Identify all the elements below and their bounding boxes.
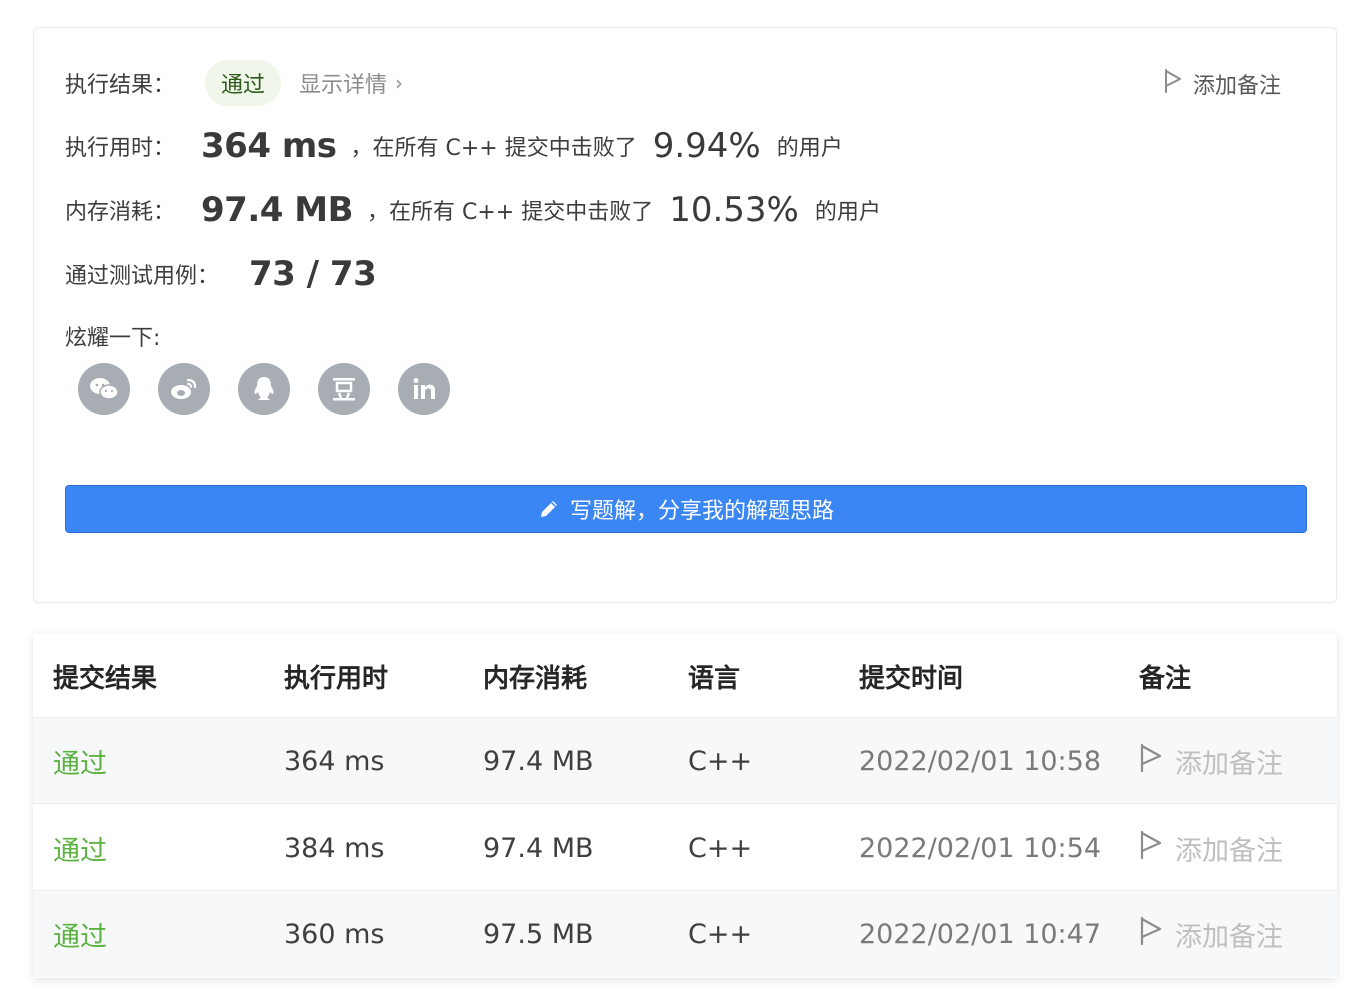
header-memory: 内存消耗 <box>483 663 588 694</box>
runtime-value: 364 ms <box>201 126 337 166</box>
memory-label: 内存消耗： <box>65 200 176 225</box>
row-status-link[interactable]: 通过 <box>53 718 107 804</box>
weibo-icon[interactable] <box>158 363 210 415</box>
testcases-value: 73 / 73 <box>249 254 377 294</box>
header-runtime: 执行用时 <box>284 663 389 694</box>
row-add-note-label: 添加备注 <box>1175 748 1283 780</box>
table-row: 通过 360 ms 97.5 MB C++ 2022/02/01 10:47 添… <box>33 891 1337 977</box>
write-solution-label: 写题解，分享我的解题思路 <box>569 499 834 524</box>
share-label: 炫耀一下: <box>65 326 161 351</box>
flag-icon <box>1139 743 1163 780</box>
row-status-link[interactable]: 通过 <box>53 891 107 977</box>
linkedin-icon[interactable] <box>398 363 450 415</box>
row-submit-time: 2022/02/01 10:58 <box>859 745 1102 777</box>
result-label: 执行结果： <box>65 73 176 98</box>
memory-row: 内存消耗： 97.4 MB ，在所有 C++ 提交中击败了 10.53% 的用户 <box>65 190 881 230</box>
add-note-button[interactable]: 添加备注 <box>1163 68 1281 100</box>
table-header: 提交结果 执行用时 内存消耗 语言 提交时间 备注 <box>33 634 1337 718</box>
show-details-label: 显示详情 <box>299 73 388 98</box>
row-language: C++ <box>688 832 753 864</box>
add-note-label: 添加备注 <box>1192 74 1281 99</box>
row-add-note-button[interactable]: 添加备注 <box>1139 718 1283 804</box>
table-row: 通过 384 ms 97.4 MB C++ 2022/02/01 10:54 添… <box>33 805 1337 891</box>
flag-icon <box>1139 830 1163 867</box>
row-language: C++ <box>688 918 753 950</box>
share-icons <box>78 363 478 415</box>
header-language: 语言 <box>688 663 741 694</box>
row-runtime: 360 ms <box>284 918 385 950</box>
memory-value: 97.4 MB <box>201 190 353 230</box>
write-solution-button[interactable]: 写题解，分享我的解题思路 <box>65 485 1307 533</box>
row-memory: 97.4 MB <box>483 832 594 864</box>
runtime-suffix: 的用户 <box>776 136 843 161</box>
divider <box>33 803 1337 804</box>
row-add-note-button[interactable]: 添加备注 <box>1139 891 1283 977</box>
row-memory: 97.5 MB <box>483 918 594 950</box>
qq-icon[interactable] <box>238 363 290 415</box>
pencil-icon <box>538 498 560 520</box>
row-submit-time: 2022/02/01 10:54 <box>859 832 1102 864</box>
result-row: 执行结果： 通过 显示详情 › <box>65 60 403 106</box>
memory-suffix: 的用户 <box>814 200 881 225</box>
douban-icon[interactable] <box>318 363 370 415</box>
header-submit-time: 提交时间 <box>859 663 964 694</box>
submissions-table: 提交结果 执行用时 内存消耗 语言 提交时间 备注 通过 364 ms 97.4… <box>33 634 1337 978</box>
row-language: C++ <box>688 745 753 777</box>
row-status-link[interactable]: 通过 <box>53 805 107 891</box>
flag-icon <box>1139 916 1163 953</box>
wechat-icon[interactable] <box>78 363 130 415</box>
row-runtime: 364 ms <box>284 745 385 777</box>
status-badge: 通过 <box>205 60 282 106</box>
row-add-note-button[interactable]: 添加备注 <box>1139 805 1283 891</box>
header-status: 提交结果 <box>53 663 158 694</box>
row-runtime: 384 ms <box>284 832 385 864</box>
header-note: 备注 <box>1139 663 1192 694</box>
runtime-percent: 9.94% <box>652 126 761 166</box>
table-row: 通过 364 ms 97.4 MB C++ 2022/02/01 10:58 添… <box>33 718 1337 804</box>
show-details-link[interactable]: 显示详情 › <box>299 67 403 99</box>
runtime-beat-text: ，在所有 C++ 提交中击败了 <box>350 136 637 161</box>
flag-icon <box>1163 68 1183 100</box>
runtime-row: 执行用时： 364 ms ，在所有 C++ 提交中击败了 9.94% 的用户 <box>65 126 843 166</box>
chevron-right-icon: › <box>395 71 404 95</box>
row-add-note-label: 添加备注 <box>1175 921 1283 953</box>
row-add-note-label: 添加备注 <box>1175 835 1283 867</box>
share-row: 炫耀一下: <box>65 320 160 352</box>
testcases-row: 通过测试用例： 73 / 73 <box>65 254 377 294</box>
row-memory: 97.4 MB <box>483 745 594 777</box>
result-card: 执行结果： 通过 显示详情 › 添加备注 执行用时： 364 ms ，在所有 C… <box>33 27 1337 603</box>
row-submit-time: 2022/02/01 10:47 <box>859 918 1102 950</box>
runtime-label: 执行用时： <box>65 136 176 161</box>
memory-beat-text: ，在所有 C++ 提交中击败了 <box>367 200 654 225</box>
testcases-label: 通过测试用例： <box>65 264 220 289</box>
memory-percent: 10.53% <box>669 190 799 230</box>
